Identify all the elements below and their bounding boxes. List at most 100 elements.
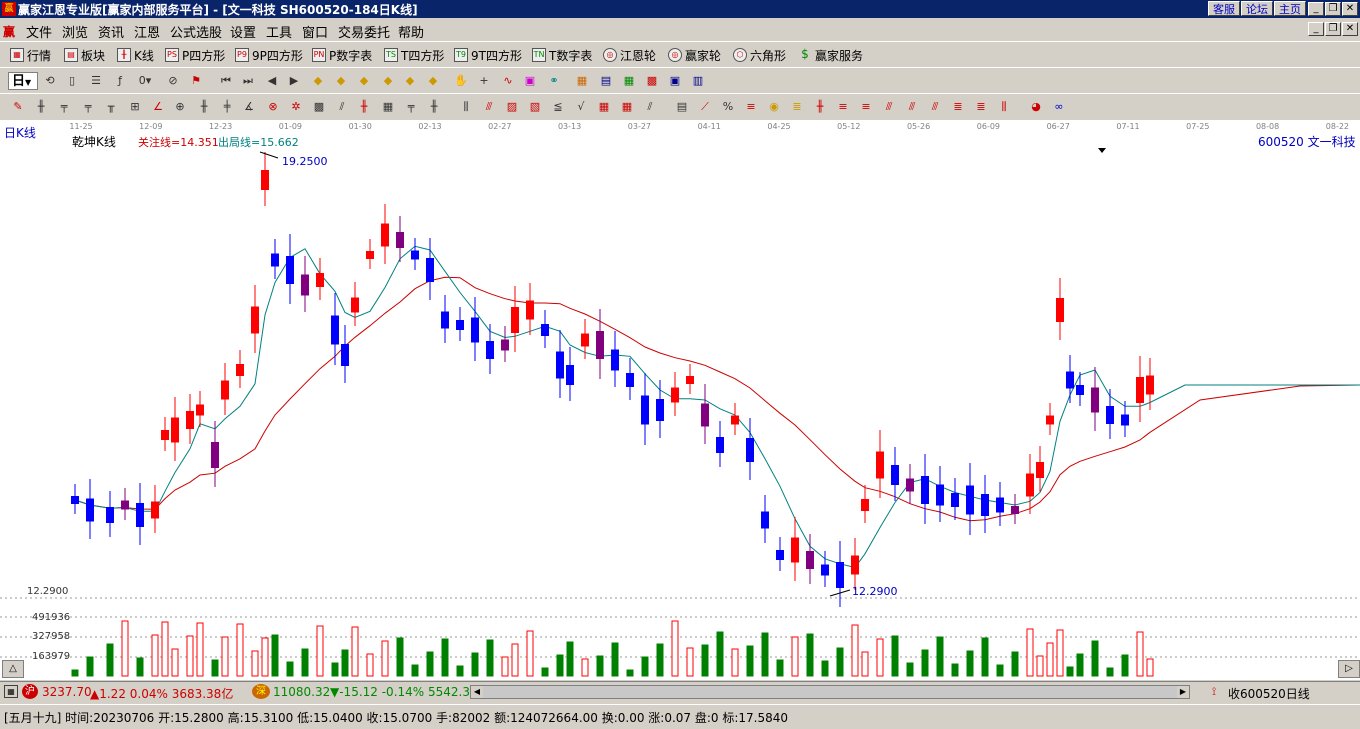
forum-button[interactable]: 论坛 bbox=[1241, 1, 1273, 16]
fan-4-icon[interactable]: ▧ bbox=[527, 99, 543, 115]
calc-icon[interactable]: ▤ bbox=[598, 73, 614, 89]
tool-t-table[interactable]: TN T数字表 bbox=[532, 46, 592, 64]
refresh-icon[interactable]: ⟲ bbox=[42, 73, 58, 89]
bars-10-icon[interactable]: ╤ bbox=[403, 99, 419, 115]
scroll-marker-icon[interactable] bbox=[1098, 148, 1106, 153]
diamond-2-icon[interactable]: ◆ bbox=[333, 73, 349, 89]
restore-icon[interactable]: ❐ bbox=[1325, 2, 1341, 16]
tools-icon[interactable]: ▣ bbox=[667, 73, 683, 89]
chart-area[interactable]: 11-25 12-09 12-23 01-09 01-30 02-13 02-27 03-13… bbox=[0, 120, 1360, 680]
diamond-3-icon[interactable]: ◆ bbox=[356, 73, 372, 89]
zero-dropdown-icon[interactable]: 0▾ bbox=[137, 73, 153, 89]
menu-gann[interactable]: 江恩 bbox=[134, 22, 160, 41]
bars-2-icon[interactable]: ╤ bbox=[56, 99, 72, 115]
bars-6-icon[interactable]: ╫ bbox=[196, 99, 212, 115]
fan-5-icon[interactable]: ⟋ bbox=[697, 99, 713, 115]
minimize-icon[interactable]: _ bbox=[1308, 2, 1324, 16]
collapse-up-icon[interactable]: △ bbox=[2, 660, 24, 678]
pen-icon[interactable]: ✎ bbox=[10, 99, 26, 115]
menu-tools[interactable]: 工具 bbox=[266, 22, 292, 41]
horizontal-scrollbar[interactable]: ◀ ▶ bbox=[470, 685, 1190, 699]
tool-winner-wheel[interactable]: ◎ 赢家轮 bbox=[668, 46, 721, 64]
menu-settings[interactable]: 设置 bbox=[230, 22, 256, 41]
wave-icon[interactable]: ∿ bbox=[500, 73, 516, 89]
first-icon[interactable]: ⏮ bbox=[218, 73, 234, 89]
lines-3-icon[interactable]: ≣ bbox=[789, 99, 805, 115]
lines-2-icon[interactable]: ≡ bbox=[743, 99, 759, 115]
circle-grid-icon[interactable]: ⊕ bbox=[172, 99, 188, 115]
no-entry-icon[interactable]: ⊘ bbox=[165, 73, 181, 89]
tool-kline[interactable]: ╫ K线 bbox=[117, 46, 154, 64]
stairs-2-icon[interactable]: ≣ bbox=[973, 99, 989, 115]
tool-winner-service[interactable]: $ 赢家服务 bbox=[798, 46, 863, 64]
grid-3-icon[interactable]: ▦ bbox=[619, 99, 635, 115]
bars-5-icon[interactable]: ⊞ bbox=[127, 99, 143, 115]
menu-help[interactable]: 帮助 bbox=[398, 22, 424, 41]
target-1-icon[interactable]: ⊗ bbox=[265, 99, 281, 115]
next-icon[interactable]: ▶ bbox=[286, 73, 302, 89]
fan-icon[interactable]: ∡ bbox=[241, 99, 257, 115]
scroll-right-icon[interactable]: ▶ bbox=[1177, 686, 1189, 698]
doc-logo-icon[interactable]: 赢 bbox=[3, 23, 19, 39]
grid-menu-icon[interactable]: ▦ bbox=[4, 685, 18, 698]
menu-browse[interactable]: 浏览 bbox=[62, 22, 88, 41]
menu-file[interactable]: 文件 bbox=[26, 22, 52, 41]
percent-icon[interactable]: % bbox=[720, 99, 736, 115]
stairs-icon[interactable]: ≣ bbox=[950, 99, 966, 115]
child-restore-icon[interactable]: ❐ bbox=[1325, 22, 1341, 36]
fan-8-icon[interactable]: ⫻ bbox=[927, 99, 943, 115]
tool-hexagon[interactable]: ⬡ 六角形 bbox=[733, 46, 786, 64]
bars-12-icon[interactable]: ╫ bbox=[812, 99, 828, 115]
child-minimize-icon[interactable]: _ bbox=[1308, 22, 1324, 36]
sh-badge[interactable]: 沪 bbox=[22, 684, 38, 699]
close-icon[interactable]: ✕ bbox=[1342, 2, 1358, 16]
chart-svg[interactable]: 11-25 12-09 12-23 01-09 01-30 02-13 02-27 03-13… bbox=[0, 120, 1360, 680]
flag-icon[interactable]: ⚑ bbox=[188, 73, 204, 89]
menu-trade[interactable]: 交易委托 bbox=[338, 22, 390, 41]
menu-formula[interactable]: 公式选股 bbox=[170, 22, 222, 41]
service-button[interactable]: 客服 bbox=[1208, 1, 1240, 16]
period-select[interactable]: 日▼ bbox=[8, 72, 38, 90]
save-icon[interactable]: ▩ bbox=[644, 73, 660, 89]
diamond-1-icon[interactable]: ◆ bbox=[310, 73, 326, 89]
lines-icon[interactable]: ≦ bbox=[550, 99, 566, 115]
prev-icon[interactable]: ◀ bbox=[264, 73, 280, 89]
diamond-6-icon[interactable]: ◆ bbox=[425, 73, 441, 89]
scroll-left-icon[interactable]: ◀ bbox=[471, 686, 483, 698]
menu-window[interactable]: 窗口 bbox=[302, 22, 328, 41]
menu-info[interactable]: 资讯 bbox=[98, 22, 124, 41]
last-icon[interactable]: ⏭ bbox=[240, 73, 256, 89]
tool-p-table[interactable]: PN P数字表 bbox=[312, 46, 372, 64]
bars-7-icon[interactable]: ╪ bbox=[219, 99, 235, 115]
tool-quotes[interactable]: ▦ 行情 bbox=[10, 46, 51, 64]
expand-right-icon[interactable]: ▷ bbox=[1338, 660, 1360, 678]
target-2-icon[interactable]: ✲ bbox=[288, 99, 304, 115]
bars-13-icon[interactable]: ≡ bbox=[835, 99, 851, 115]
stairs-3-icon[interactable]: ⫼ bbox=[996, 99, 1012, 115]
tool-t-square[interactable]: TS T四方形 bbox=[384, 46, 444, 64]
link-icon[interactable]: ⚭ bbox=[546, 73, 562, 89]
sz-badge[interactable]: 深 bbox=[252, 684, 270, 699]
bars-9-icon[interactable]: ▦ bbox=[380, 99, 396, 115]
tool-p-square[interactable]: PS P四方形 bbox=[165, 46, 225, 64]
table-2-icon[interactable]: ▤ bbox=[674, 99, 690, 115]
mesh-icon[interactable]: ▩ bbox=[311, 99, 327, 115]
bars-14-icon[interactable]: ≡ bbox=[858, 99, 874, 115]
fan-7-icon[interactable]: ⫻ bbox=[904, 99, 920, 115]
fan-6-icon[interactable]: ⫻ bbox=[881, 99, 897, 115]
bars-8-icon[interactable]: ╫ bbox=[356, 99, 372, 115]
chip-icon[interactable]: ▣ bbox=[522, 73, 538, 89]
truck-icon[interactable]: ▥ bbox=[690, 73, 706, 89]
infinity-icon[interactable]: ∞ bbox=[1051, 99, 1067, 115]
homepage-button[interactable]: 主页 bbox=[1274, 1, 1306, 16]
hand-icon[interactable]: ✋ bbox=[453, 73, 469, 89]
bars-3-icon[interactable]: ╤ bbox=[80, 99, 96, 115]
tool-9t-square[interactable]: T9 9T四方形 bbox=[454, 46, 522, 64]
fan-3-icon[interactable]: ▨ bbox=[504, 99, 520, 115]
tool-sectors[interactable]: ▤ 板块 bbox=[64, 46, 105, 64]
bars-4-icon[interactable]: ╥ bbox=[103, 99, 119, 115]
diamond-4-icon[interactable]: ◆ bbox=[380, 73, 396, 89]
v-icon[interactable]: √ bbox=[573, 99, 589, 115]
angle-icon[interactable]: ∠ bbox=[150, 99, 166, 115]
bars-11-icon[interactable]: ╫ bbox=[426, 99, 442, 115]
